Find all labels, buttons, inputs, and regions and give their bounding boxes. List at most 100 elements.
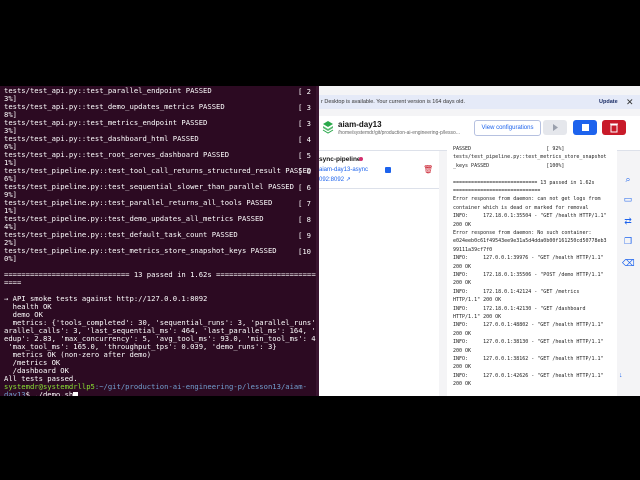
terminal-line: demo OK [4, 311, 43, 319]
terminal-window[interactable]: tests/test_api.py::test_parallel_endpoin… [0, 86, 319, 396]
log-toolbar: ⌕ ▭ ⇄ ❐ ⌫ [618, 151, 640, 396]
terminal-line: 3%] [4, 95, 17, 103]
terminal-line: metrics: {'tools_completed': 30, 'sequen… [4, 319, 316, 327]
stop-button[interactable] [573, 120, 597, 135]
terminal-line: health OK [4, 303, 52, 311]
terminal-line: 1%] [4, 159, 17, 167]
container-stop-button[interactable] [385, 167, 391, 173]
service-name[interactable]: sync-pipeline [319, 156, 361, 163]
progress-marker: [ 7 [298, 199, 311, 208]
port-link[interactable]: 092:8092 ↗ [319, 176, 351, 183]
log-line: INFO: 127.0.0.1:38130 - "GET /health HTT… [453, 339, 604, 346]
progress-marker: [ 6 [298, 183, 311, 192]
terminal-line: tests/test_pipeline.py::test_parallel_re… [4, 199, 273, 207]
prompt-command: $ ./demo.sh [25, 390, 74, 397]
terminal-line: 3%] [4, 127, 17, 135]
terminal-icon[interactable]: ▭ [622, 193, 634, 205]
log-line: ============================ 13 passed i… [453, 179, 595, 186]
log-line: INFO: 172.18.0.1:42130 - "GET /dashboard [453, 305, 586, 312]
progress-marker: [ 8 [298, 215, 311, 224]
terminal-line: All tests passed. [4, 375, 78, 383]
terminal-line: tests/test_api.py::test_metrics_endpoint… [4, 119, 208, 127]
terminal-line: 2%] [4, 239, 17, 247]
clear-icon[interactable]: ⌫ [622, 257, 635, 269]
stack-path: /home/systemdr/git/production-ai-enginee… [338, 130, 461, 136]
log-line: INFO: 172.18.0.1:35504 - "GET /health HT… [453, 213, 607, 220]
terminal-line: /metrics OK [4, 359, 61, 367]
log-line: Error response from daemon: No such cont… [453, 230, 592, 236]
terminal-line: 8%] [4, 111, 17, 119]
stack-icon [322, 121, 334, 134]
log-line: INFO: 172.18.0.1:35506 - "POST /demo HTT… [453, 272, 604, 278]
log-line: tests/test_pipeline.py::test_metrics_sto… [453, 154, 607, 161]
services-list: sync-pipeline aiam-day13-async 092:8092 … [319, 151, 439, 396]
progress-marker: [ 3 [298, 119, 311, 128]
log-line: INFO: 172.18.0.1:42124 - "GET /metrics [453, 288, 580, 295]
log-line: 200 OK [453, 221, 472, 228]
log-line: 200 OK [453, 280, 472, 287]
close-icon[interactable]: ✕ [626, 97, 634, 108]
update-link[interactable]: Update [599, 99, 618, 105]
view-configurations-button[interactable]: View configurations [474, 120, 541, 136]
terminal-line: tests/test_pipeline.py::test_demo_update… [4, 215, 264, 223]
log-line: HTTP/1.1" 200 OK [453, 297, 502, 304]
terminal-line: 9%] [4, 191, 17, 199]
terminal-line: tests/test_pipeline.py::test_default_tas… [4, 231, 238, 239]
play-icon [553, 124, 558, 131]
divider [319, 188, 439, 189]
search-icon[interactable]: ⌕ [622, 173, 634, 185]
progress-marker: [10 [298, 247, 311, 256]
container-link[interactable]: aiam-day13-async [319, 167, 368, 173]
delete-button[interactable] [602, 120, 626, 135]
log-line: e024eeb0c61f49543ee9e31a5d4dda0b00f16125… [453, 238, 607, 245]
docker-desktop-window: r Desktop is available. Your current ver… [319, 86, 640, 396]
terminal-line: tests/test_api.py::test_root_serves_dash… [4, 151, 230, 159]
update-banner: r Desktop is available. Your current ver… [319, 95, 640, 109]
terminal-line: ==== [4, 279, 22, 287]
terminal-line: tests/test_pipeline.py::test_sequential_… [4, 183, 294, 191]
progress-marker: [ 6 [298, 167, 311, 176]
cursor [73, 392, 79, 396]
terminal-line: ============================= 13 passed … [4, 271, 316, 279]
terminal-line: tests/test_pipeline.py::test_tool_call_r… [4, 167, 312, 175]
trash-icon [610, 123, 618, 133]
log-line: INFO: 127.0.0.1:38162 - "GET /health HTT… [453, 356, 604, 362]
log-line: container which is dead or marked for re… [453, 204, 589, 211]
terminal-line: 1%] [4, 207, 17, 215]
terminal-line: 0%] [4, 255, 17, 263]
terminal-prompt[interactable]: systemdr@systemdrllp5:~/git/production-a… [4, 383, 316, 396]
log-line: HTTP/1.1" 200 OK [453, 314, 502, 320]
terminal-line: 4%] [4, 223, 17, 231]
progress-marker: [ 5 [298, 151, 311, 160]
terminal-line: 6%] [4, 175, 17, 183]
log-line: 200 OK [453, 263, 472, 270]
log-line: 200 OK [453, 364, 472, 371]
logs-pane: PASSED [ 92%] tests/test_pipeline.py::tes… [447, 144, 617, 396]
terminal-line: arallel_calls': 3, 'last_sequential_ms':… [4, 327, 316, 335]
terminal-line: /dashboard OK [4, 367, 69, 375]
terminal-line: tests/test_api.py::test_dashboard_html P… [4, 135, 199, 143]
scroll-down-icon[interactable]: ↓ [619, 372, 623, 379]
container-delete-icon[interactable]: 🗑 [423, 165, 433, 174]
log-line: 200 OK [453, 347, 472, 354]
progress-marker: [ 9 [298, 231, 311, 240]
terminal-line: metrics OK (non-zero after demo) [4, 351, 152, 359]
start-button[interactable] [543, 120, 567, 135]
log-line: 99111a39cf7f0 [453, 246, 493, 253]
progress-marker: [ 3 [298, 103, 311, 112]
log-line: 200 OK [453, 330, 472, 337]
log-line: Error response from daemon: can not get … [453, 196, 601, 203]
refresh-icon[interactable]: ⇄ [622, 215, 634, 227]
log-line: ============================= [453, 188, 541, 194]
status-dot [359, 157, 363, 161]
terminal-line: tests/test_api.py::test_demo_updates_met… [4, 103, 225, 111]
log-line: INFO: 127.0.0.1:42626 - "GET /health HTT… [453, 372, 604, 379]
terminal-line: 'max_tool_ms': 165.0, 'throughput_tps': … [4, 343, 277, 351]
progress-marker: [ 2 [298, 87, 311, 96]
copy-icon[interactable]: ❐ [622, 235, 634, 247]
update-banner-text: r Desktop is available. Your current ver… [321, 99, 465, 105]
log-line: 200 OK [453, 381, 472, 388]
progress-marker: [ 4 [298, 135, 311, 144]
log-line: _keys PASSED [100%] [453, 162, 565, 169]
log-line: INFO: 127.0.0.1:48802 - "GET /health HTT… [453, 322, 604, 329]
